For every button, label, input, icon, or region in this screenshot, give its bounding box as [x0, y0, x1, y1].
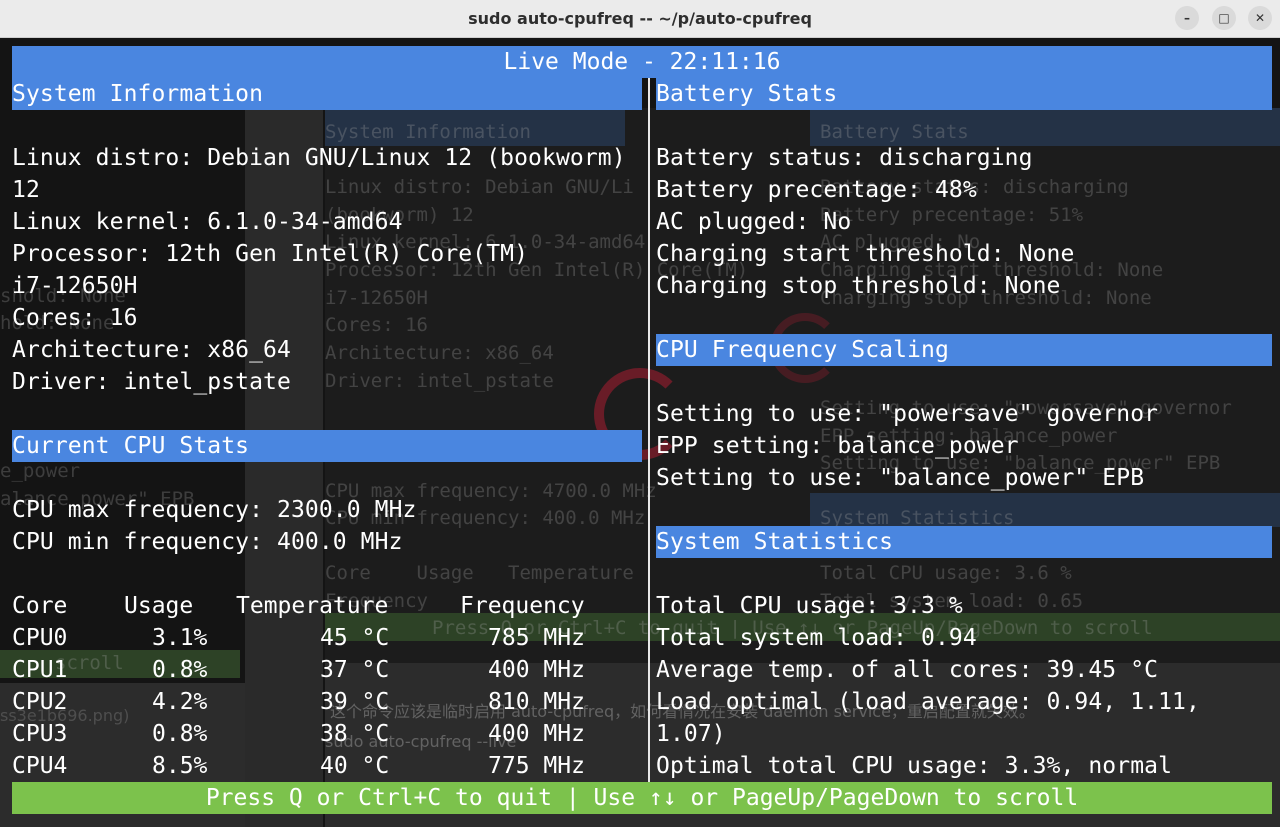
ghost-text: Architecture: x86_64 [325, 342, 554, 364]
current-cpu-stats-header: Current CPU Stats [12, 430, 642, 462]
system-info-line: Processor: 12th Gen Intel(R) Core(TM) [12, 241, 529, 267]
cpu-usage: 0.8% [152, 721, 208, 747]
cpu-freq: 400 MHz [488, 721, 585, 747]
ghost-text: Linux distro: Debian GNU/Li [325, 176, 634, 198]
maximize-icon[interactable]: □ [1212, 6, 1236, 30]
battery-line: Battery status: discharging [656, 145, 1033, 171]
cpu-temp: 37 °C [320, 657, 390, 683]
cpu-min-frequency: CPU min frequency: 400.0 MHz [12, 529, 403, 555]
column-divider [648, 78, 650, 782]
close-icon[interactable]: ✕ [1248, 6, 1272, 30]
cpu-freq: 400 MHz [488, 657, 585, 683]
cpu-temp: 45 °C [320, 625, 390, 651]
system-info-line: Linux distro: Debian GNU/Linux 12 (bookw… [12, 145, 626, 171]
terminal[interactable]: System Information Linux distro: Debian … [0, 38, 1280, 827]
battery-line: Charging start threshold: None [656, 241, 1075, 267]
system-information-header: System Information [12, 78, 642, 110]
cpu-freq: 810 MHz [488, 689, 585, 715]
quit-scroll-hint-bar: Press Q or Ctrl+C to quit | Use ↑↓ or Pa… [12, 782, 1272, 814]
sys-stats-line: Load optimal (load average: 0.94, 1.11, [656, 689, 1200, 715]
freq-scaling-line: Setting to use: "powersave" governor [656, 401, 1159, 427]
column-header-frequency: Frequency [460, 593, 585, 619]
system-info-line: Cores: 16 [12, 305, 138, 331]
battery-line: Charging stop threshold: None [656, 273, 1061, 299]
system-info-line: Driver: intel_pstate [12, 369, 291, 395]
system-info-line: Architecture: x86_64 [12, 337, 291, 363]
ghost-text: e_power [0, 460, 81, 482]
ghost-text: Battery precentage: 51% [820, 204, 1084, 226]
sys-stats-line: Average temp. of all cores: 39.45 °C [656, 657, 1159, 683]
cpu-core: CPU1 [12, 657, 68, 683]
cpu-temp: 38 °C [320, 721, 390, 747]
window-title: sudo auto-cpufreq -- ~/p/auto-cpufreq [468, 9, 812, 28]
minimize-icon[interactable]: – [1175, 6, 1199, 30]
cpu-freq: 785 MHz [488, 625, 585, 651]
sys-stats-line: 1.07) [656, 721, 726, 747]
cpu-usage: 3.1% [152, 625, 208, 651]
ghost-text: Total CPU usage: 3.6 % [820, 562, 1072, 584]
cpu-core: CPU3 [12, 721, 68, 747]
sys-stats-line: Total system load: 0.94 [656, 625, 977, 651]
live-mode-header: Live Mode - 22:11:16 [12, 46, 1272, 78]
system-statistics-header: System Statistics [656, 526, 1272, 558]
window-titlebar: sudo auto-cpufreq -- ~/p/auto-cpufreq – … [0, 0, 1280, 38]
battery-stats-header: Battery Stats [656, 78, 1272, 110]
cpu-usage: 0.8% [152, 657, 208, 683]
cpu-temp: 40 °C [320, 753, 390, 779]
cpu-core: CPU0 [12, 625, 68, 651]
ghost-text: Driver: intel_pstate [325, 370, 554, 392]
system-info-line: Linux kernel: 6.1.0-34-amd64 [12, 209, 403, 235]
cpu-core: CPU4 [12, 753, 68, 779]
sys-stats-line: Optimal total CPU usage: 3.3%, normal [656, 753, 1173, 779]
ghost-text: Core Usage Temperature [325, 562, 634, 584]
ghost-text: i7-12650H [325, 287, 428, 309]
ghost-text: Cores: 16 [325, 314, 428, 336]
cpu-temp: 39 °C [320, 689, 390, 715]
cpu-frequency-scaling-header: CPU Frequency Scaling [656, 334, 1272, 366]
freq-scaling-line: EPP setting: balance_power [656, 433, 1019, 459]
cpu-max-frequency: CPU max frequency: 2300.0 MHz [12, 497, 417, 523]
cpu-usage: 4.2% [152, 689, 208, 715]
column-header-temperature: Temperature [236, 593, 389, 619]
battery-line: AC plugged: No [656, 209, 852, 235]
cpu-core: CPU2 [12, 689, 68, 715]
cpu-freq: 775 MHz [488, 753, 585, 779]
freq-scaling-line: Setting to use: "balance_power" EPB [656, 465, 1145, 491]
column-header-core: Core [12, 593, 68, 619]
column-header-usage: Usage [124, 593, 194, 619]
system-info-line: i7-12650H [12, 273, 138, 299]
cpu-usage: 8.5% [152, 753, 208, 779]
system-info-line: 12 [12, 177, 40, 203]
battery-line: Battery precentage: 48% [656, 177, 977, 203]
sys-stats-line: Total CPU usage: 3.3 % [656, 593, 963, 619]
